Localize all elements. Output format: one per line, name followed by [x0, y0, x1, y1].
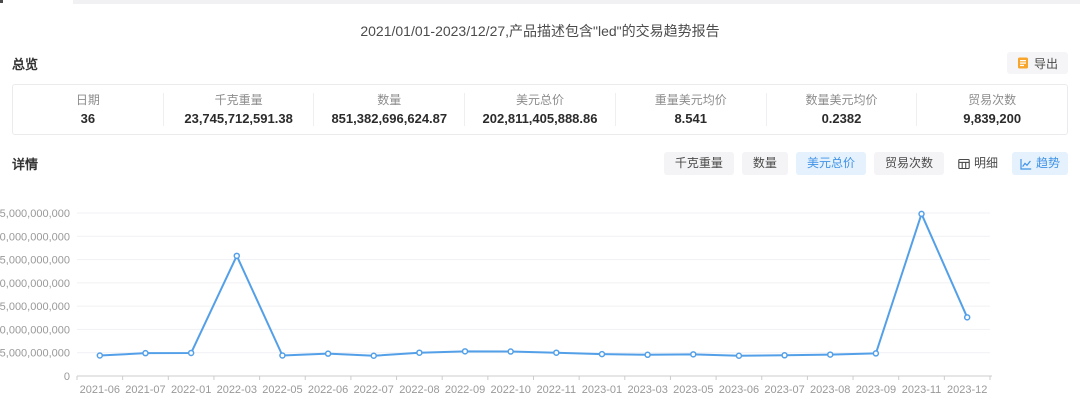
- stat-trade-count: 贸易次数 9,839,200: [916, 93, 1067, 126]
- svg-text:2022-11: 2022-11: [537, 384, 577, 396]
- export-button[interactable]: 导出: [1006, 52, 1068, 74]
- page-title: 2021/01/01-2023/12/27,产品描述包含"led"的交易趋势报告: [360, 23, 720, 39]
- stat-value: 0.2382: [821, 111, 862, 126]
- corner-artifact: [0, 0, 3, 3]
- details-label: 详情: [12, 157, 39, 172]
- svg-text:2023-05: 2023-05: [673, 384, 713, 396]
- svg-text:35,000,000,000: 35,000,000,000: [0, 208, 70, 220]
- view-button-detail[interactable]: 明细: [950, 152, 1006, 175]
- stat-label: 日期: [75, 93, 100, 107]
- metric-button-kg-weight[interactable]: 千克重量: [663, 152, 734, 175]
- stat-label: 千克重量: [214, 93, 263, 107]
- svg-text:2023-07: 2023-07: [764, 384, 804, 396]
- svg-text:2023-01: 2023-01: [582, 384, 622, 396]
- svg-text:0: 0: [64, 371, 70, 383]
- stat-quantity: 数量 851,382,696,624.87: [313, 93, 464, 126]
- trend-chart-canvas[interactable]: 0 5,000,000,000 10,000,000,000 15,000,000,0…: [0, 187, 1080, 399]
- view-button-trend[interactable]: 趋势: [1011, 152, 1068, 175]
- view-button-label: 明细: [973, 156, 998, 170]
- stat-label: 贸易次数: [968, 93, 1017, 107]
- metric-button-trade-count[interactable]: 贸易次数: [873, 152, 944, 175]
- stat-value: 9,839,200: [963, 111, 1022, 126]
- stat-label: 数量美元均价: [805, 93, 878, 107]
- browser-edge-artifact: [73, 0, 1080, 4]
- stat-usd-total: 美元总价 202,811,405,888.86: [464, 93, 615, 126]
- view-button-label: 趋势: [1035, 156, 1060, 170]
- metric-button-usd-total[interactable]: 美元总价: [795, 152, 866, 175]
- svg-text:10,000,000,000: 10,000,000,000: [0, 324, 70, 336]
- stat-value: 202,811,405,888.86: [482, 111, 598, 126]
- details-toolbar: 千克重量 数量 美元总价 贸易次数 明细 趋势: [656, 152, 1068, 175]
- stat-date: 日期 36: [13, 93, 163, 126]
- stat-value: 36: [80, 111, 96, 126]
- svg-text:2022-01: 2022-01: [171, 384, 211, 396]
- excel-file-icon: [1017, 57, 1029, 69]
- stat-value: 851,382,696,624.87: [331, 111, 448, 126]
- svg-text:2022-09: 2022-09: [445, 384, 485, 396]
- stat-value: 8.541: [674, 111, 707, 126]
- svg-text:30,000,000,000: 30,000,000,000: [0, 231, 70, 243]
- overview-label: 总览: [12, 56, 39, 72]
- svg-text:2021-06: 2021-06: [80, 384, 120, 396]
- stat-weight-usd-avg: 重量美元均价 8.541: [614, 93, 766, 126]
- stat-value: 23,745,712,591.38: [184, 111, 293, 126]
- svg-text:2023-06: 2023-06: [719, 384, 759, 396]
- svg-text:5,000,000,000: 5,000,000,000: [0, 348, 70, 360]
- svg-text:2023-12: 2023-12: [947, 384, 987, 396]
- overview-header: 总览 导出: [12, 52, 1068, 74]
- svg-text:2022-07: 2022-07: [354, 384, 394, 396]
- svg-text:2022-03: 2022-03: [217, 384, 257, 396]
- svg-text:2023-11: 2023-11: [902, 384, 942, 396]
- overview-stats-bar: 日期 36 千克重量 23,745,712,591.38 数量 851,382,…: [12, 84, 1068, 135]
- trend-chart-icon: [1020, 158, 1032, 170]
- table-icon: [958, 158, 970, 170]
- svg-text:2022-06: 2022-06: [308, 384, 348, 396]
- stat-quantity-usd-avg: 数量美元均价 0.2382: [765, 93, 917, 126]
- details-header: 详情 千克重量 数量 美元总价 贸易次数 明细 趋势: [12, 152, 1068, 175]
- svg-text:2023-08: 2023-08: [810, 384, 850, 396]
- stat-kg-weight: 千克重量 23,745,712,591.38: [162, 93, 314, 126]
- svg-text:20,000,000,000: 20,000,000,000: [0, 278, 70, 290]
- stat-label: 美元总价: [516, 93, 565, 107]
- trend-chart[interactable]: 0 5,000,000,000 10,000,000,000 15,000,000,0…: [0, 187, 1080, 399]
- svg-text:2022-08: 2022-08: [399, 384, 439, 396]
- svg-text:2023-09: 2023-09: [856, 384, 896, 396]
- svg-text:2022-05: 2022-05: [262, 384, 302, 396]
- svg-text:2021-07: 2021-07: [125, 384, 165, 396]
- svg-text:15,000,000,000: 15,000,000,000: [0, 301, 70, 313]
- svg-text:2023-03: 2023-03: [627, 384, 667, 396]
- stat-label: 数量: [377, 93, 402, 107]
- svg-text:25,000,000,000: 25,000,000,000: [0, 255, 70, 267]
- metric-button-quantity[interactable]: 数量: [741, 152, 788, 175]
- stat-label: 重量美元均价: [654, 93, 727, 107]
- export-button-label: 导出: [1033, 56, 1058, 71]
- svg-text:2022-10: 2022-10: [490, 384, 530, 396]
